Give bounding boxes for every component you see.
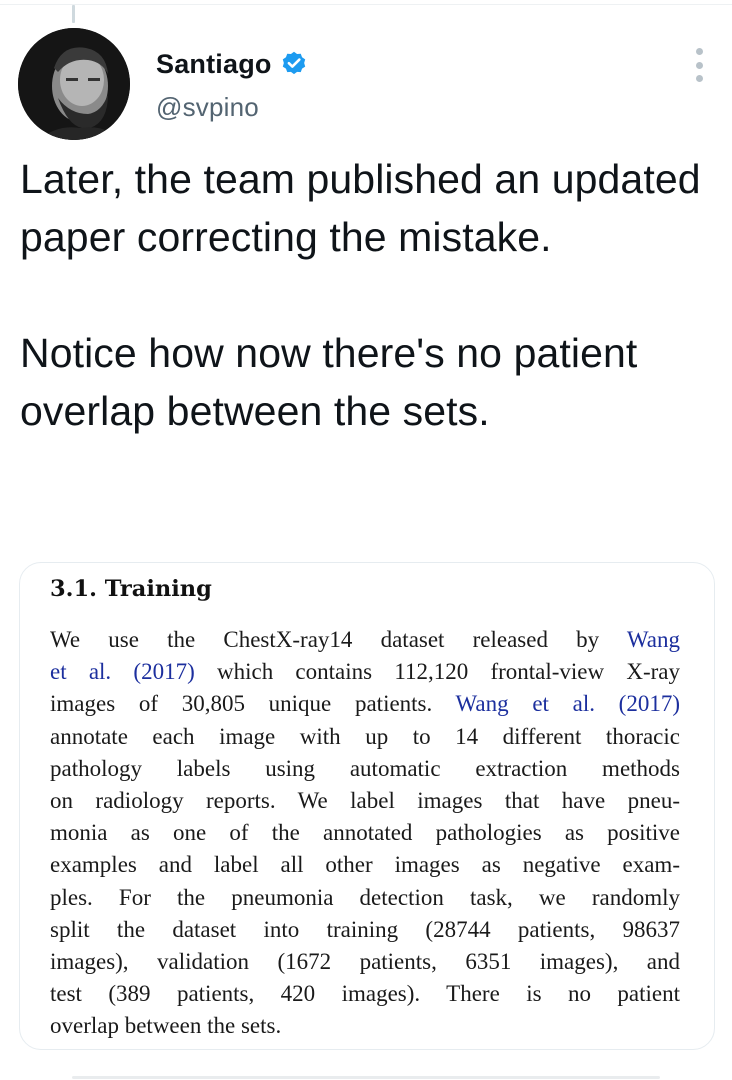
paper-excerpt-body: We use the ChestX-ray14 dataset released… — [50, 624, 680, 1043]
paper-text-line: ples. For the pneumonia detection task, … — [50, 882, 680, 914]
tweet-text: Later, the team published an updated pap… — [20, 156, 701, 434]
paper-text-segment: which contains 112,120 frontal-view X-ra… — [194, 659, 680, 685]
paper-text-line: test (389 patients, 420 images). There i… — [50, 978, 680, 1010]
thread-connector-line — [72, 5, 75, 23]
avatar-photo — [18, 28, 130, 140]
citation-link: Wang — [626, 627, 680, 652]
avatar[interactable] — [18, 28, 130, 140]
paper-text-segment: ples. For the pneumonia detection task, … — [50, 884, 680, 910]
paper-text-segment: images of 30,805 unique patients. — [50, 691, 456, 717]
tweet-media-image[interactable]: 3.1. Training We use the ChestX-ray14 da… — [19, 562, 715, 1050]
top-divider — [0, 4, 732, 5]
more-dot — [695, 48, 703, 55]
paper-text-line: et al. (2017) which contains 112,120 fro… — [50, 656, 680, 688]
paper-text-line: examples and label all other images as n… — [50, 849, 680, 881]
paper-text-segment: test (389 patients, 420 images). There i… — [50, 981, 680, 1007]
paper-text-segment: We use the ChestX-ray14 dataset released… — [50, 627, 627, 652]
paper-text-line: images), validation (1672 patients, 6351… — [50, 946, 680, 978]
paper-text-segment: images), validation (1672 patients, 6351… — [50, 949, 680, 975]
author-name[interactable]: Santiago — [156, 49, 272, 80]
paper-text-segment: overlap between the sets. — [50, 1013, 282, 1039]
more-dot — [695, 61, 703, 69]
author-name-row[interactable]: Santiago — [156, 44, 308, 84]
bottom-divider — [72, 1076, 660, 1079]
paper-text-segment: pathology labels using automatic extract… — [50, 755, 680, 781]
paper-section-heading: 3.1. Training — [50, 576, 212, 602]
paper-text-segment: monia as one of the annotated pathologie… — [50, 820, 680, 846]
more-options-icon[interactable] — [688, 48, 710, 82]
paper-text-line: monia as one of the annotated pathologie… — [50, 817, 680, 849]
paper-text-line: We use the ChestX-ray14 dataset released… — [50, 624, 680, 656]
paper-text-line: on radiology reports. We label images th… — [50, 785, 680, 817]
paper-text-segment: examples and label all other images as n… — [50, 852, 680, 878]
verified-badge-icon — [280, 50, 308, 78]
citation-link: Wang et al. (2017) — [455, 691, 680, 717]
paper-text-segment: annotate each image with up to 14 differ… — [50, 723, 680, 749]
paper-text-segment: split the dataset into training (28744 p… — [50, 916, 680, 942]
paper-text-line: annotate each image with up to 14 differ… — [50, 721, 680, 753]
citation-link: et al. (2017) — [50, 659, 195, 685]
paper-text-line: images of 30,805 unique patients. Wang e… — [50, 688, 680, 720]
paper-text-line: pathology labels using automatic extract… — [50, 753, 680, 785]
paper-text-segment: on radiology reports. We label images th… — [50, 788, 680, 814]
paper-text-line: overlap between the sets. — [50, 1010, 680, 1042]
paper-text-line: split the dataset into training (28744 p… — [50, 914, 680, 946]
author-handle[interactable]: @svpino — [156, 92, 259, 123]
more-dot — [695, 75, 703, 82]
